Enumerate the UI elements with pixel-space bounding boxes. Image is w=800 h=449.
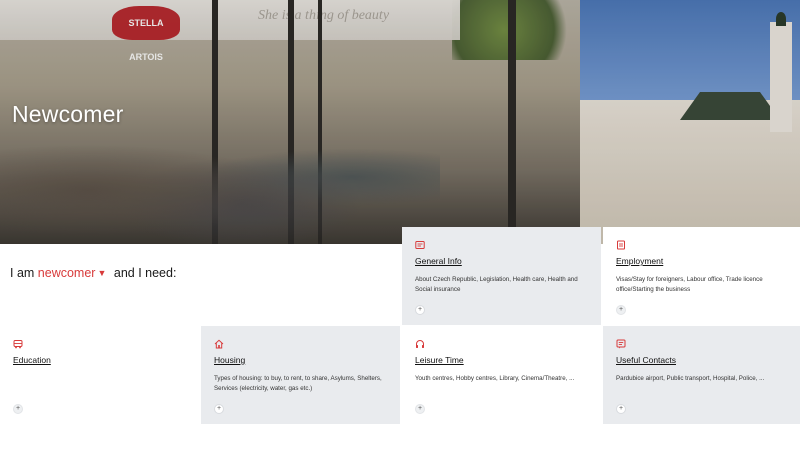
card-title[interactable]: Housing — [214, 355, 245, 365]
info-card-icon — [415, 241, 425, 249]
card-title[interactable]: Useful Contacts — [616, 355, 676, 365]
headphones-icon — [416, 340, 424, 348]
contacts-icon — [616, 339, 626, 349]
card-title[interactable]: Education — [13, 355, 51, 365]
card-education[interactable]: Education + — [0, 326, 199, 424]
selector-suffix: and I need: — [113, 266, 177, 280]
card-title[interactable]: Leisure Time — [415, 355, 464, 365]
expand-button[interactable]: + — [616, 305, 626, 315]
card-leisure-time[interactable]: Leisure Time Youth centres, Hobby centre… — [402, 326, 601, 424]
card-description: Youth centres, Hobby centres, Library, C… — [415, 375, 575, 382]
card-description: Pardubice airport, Public transport, Hos… — [616, 375, 765, 382]
card-housing[interactable]: Housing Types of housing: to buy, to ren… — [201, 326, 400, 424]
card-useful-contacts[interactable]: Useful Contacts Pardubice airport, Publi… — [603, 326, 800, 424]
audience-dropdown[interactable]: newcomer — [38, 266, 96, 280]
expand-button[interactable]: + — [616, 404, 626, 414]
page-title: Newcomer — [12, 101, 124, 127]
card-description: Visas/Stay for foreigners, Labour office… — [616, 276, 763, 293]
house-icon — [214, 339, 224, 349]
audience-selector: I am newcomer ▼ and I need: — [10, 266, 176, 280]
card-description: Types of housing: to buy, to rent, to sh… — [214, 375, 382, 392]
chevron-down-icon[interactable]: ▼ — [97, 268, 106, 278]
expand-button[interactable]: + — [214, 404, 224, 414]
card-general-info[interactable]: General Info About Czech Republic, Legis… — [402, 227, 601, 325]
card-employment[interactable]: Employment Visas/Stay for foreigners, La… — [603, 227, 800, 325]
briefcase-icon — [617, 240, 625, 250]
expand-button[interactable]: + — [415, 305, 425, 315]
card-title[interactable]: General Info — [415, 256, 462, 266]
selector-prefix: I am — [10, 266, 35, 280]
card-title[interactable]: Employment — [616, 256, 663, 266]
card-description: About Czech Republic, Legislation, Healt… — [415, 276, 578, 293]
hero-banner: STELLA ARTOIS She is a thing of beauty N… — [0, 0, 800, 244]
expand-button[interactable]: + — [415, 404, 425, 414]
school-bus-icon — [13, 340, 23, 349]
expand-button[interactable]: + — [13, 404, 23, 414]
